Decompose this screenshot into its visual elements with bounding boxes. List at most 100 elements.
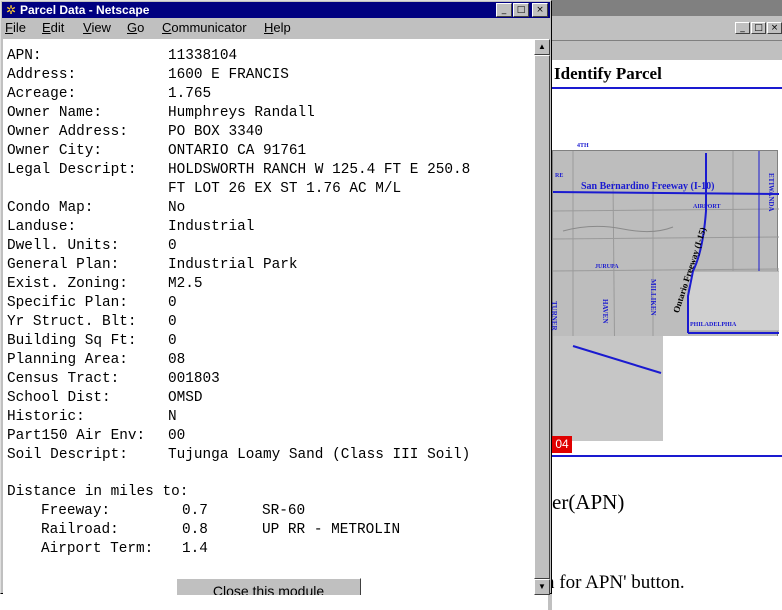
distance-label: Freeway: xyxy=(41,503,111,519)
parcel-map[interactable]: San Bernardino Freeway (I-10) 4TH RE AIR… xyxy=(550,143,779,441)
field-value: 08 xyxy=(168,352,186,368)
field-value: Tujunga Loamy Sand (Class III Soil) xyxy=(168,447,471,463)
minimize-icon[interactable]: _ xyxy=(496,3,512,17)
field-label: Historic: xyxy=(7,409,85,425)
field-label: Owner Name: xyxy=(7,105,102,121)
field-value: 001803 xyxy=(168,371,220,387)
menu-label-rest: ommunicator xyxy=(171,20,247,35)
distance-row: Railroad: 0.8 UP RR - METROLIN xyxy=(7,521,527,540)
menu-label-rest: dit xyxy=(50,20,65,35)
map-graphic xyxy=(553,151,779,441)
field-label: Yr Struct. Blt: xyxy=(7,314,137,330)
menu-label-rest: ile xyxy=(12,20,26,35)
heading-rule xyxy=(552,87,782,89)
field-value: Humphreys Randall xyxy=(168,105,315,121)
scroll-down-icon[interactable]: ▼ xyxy=(534,579,550,595)
distance-miles: 1.4 xyxy=(182,541,208,557)
field-value: 1600 E FRANCIS xyxy=(168,67,289,83)
field-label: Legal Descript: xyxy=(7,162,137,178)
netscape-icon: ✲ xyxy=(5,3,17,17)
field-label: School Dist: xyxy=(7,390,111,406)
field-value: 0 xyxy=(168,238,177,254)
field-label: Address: xyxy=(7,67,77,83)
distance-row: Freeway: 0.7 SR-60 xyxy=(7,502,527,521)
field-value: 11338104 xyxy=(168,48,238,64)
parcel-marker[interactable]: 04 xyxy=(552,436,572,453)
map-label-airport: AIRPORT xyxy=(693,204,721,210)
distance-miles: 0.7 xyxy=(182,503,208,519)
map-label-top: RE xyxy=(555,173,564,179)
maximize-icon[interactable]: □ xyxy=(513,3,529,17)
parcel-data-window: ✲ Parcel Data - Netscape _ □ × File Edit… xyxy=(0,0,552,595)
field-value: OMSD xyxy=(168,390,203,406)
field-label: Census Tract: xyxy=(7,371,120,387)
field-label: Part150 Air Env: xyxy=(7,428,146,444)
close-module-button[interactable]: Close this module xyxy=(176,578,361,595)
map-label-i10: San Bernardino Freeway (I-10) xyxy=(581,181,715,192)
distance-row: Airport Term: 1.4 xyxy=(7,540,527,559)
scroll-up-icon[interactable]: ▲ xyxy=(534,39,550,55)
field-value: 1.765 xyxy=(168,86,212,102)
maximize-icon[interactable]: □ xyxy=(751,22,766,34)
field-label: APN: xyxy=(7,48,42,64)
field-value: 0 xyxy=(168,295,177,311)
window-title: Parcel Data - Netscape xyxy=(20,3,150,17)
map-label-jurupa: JURUPA xyxy=(595,264,619,270)
field-value-continued: FT LOT 26 EX ST 1.76 AC M/L xyxy=(168,181,402,197)
field-label: General Plan: xyxy=(7,257,120,273)
menu-label-rest: elp xyxy=(273,20,291,35)
distance-target: UP RR - METROLIN xyxy=(262,522,401,538)
field-label: Owner Address: xyxy=(7,124,128,140)
menu-help[interactable]: Help xyxy=(264,20,291,35)
close-icon[interactable]: × xyxy=(532,3,548,17)
menu-label-rest: o xyxy=(137,20,145,35)
field-label: Soil Descript: xyxy=(7,447,128,463)
menu-view[interactable]: View xyxy=(83,20,111,35)
field-label: Exist. Zoning: xyxy=(7,276,128,292)
map-label-haven: HAVEN xyxy=(601,299,609,324)
field-label: Specific Plan: xyxy=(7,295,128,311)
apn-button-instructions: n for APN' button. xyxy=(545,572,685,593)
distance-heading: Distance in miles to: xyxy=(7,484,189,500)
distance-label: Airport Term: xyxy=(41,541,154,557)
parcel-details: APN: 11338104 Address: 1600 E FRANCIS Acreag… xyxy=(3,39,534,595)
menu-label-rest: iew xyxy=(91,20,111,35)
vertical-scrollbar[interactable]: ▲ ▼ xyxy=(534,39,550,595)
field-value: ONTARIO CA 91761 xyxy=(168,143,307,159)
background-toolbar xyxy=(552,40,782,61)
field-label: Owner City: xyxy=(7,143,102,159)
distance-target: SR-60 xyxy=(262,503,306,519)
field-value: HOLDSWORTH RANCH W 125.4 FT E 250.8 xyxy=(168,162,471,178)
background-window-controls: _ □ × xyxy=(735,22,782,34)
menu-edit[interactable]: Edit xyxy=(42,20,64,35)
field-label: Planning Area: xyxy=(7,352,128,368)
minimize-icon[interactable]: _ xyxy=(735,22,750,34)
map-label-etiwanda: ETIWANDA xyxy=(767,173,775,212)
apn-prompt-text: er(APN) xyxy=(552,490,625,514)
field-label: Building Sq Ft: xyxy=(7,333,137,349)
field-value: PO BOX 3340 xyxy=(168,124,263,140)
map-rule xyxy=(552,455,782,457)
field-label: Landuse: xyxy=(7,219,77,235)
menu-communicator[interactable]: Communicator xyxy=(162,20,247,35)
field-value: 0 xyxy=(168,314,177,330)
menu-file[interactable]: File xyxy=(5,20,26,35)
identify-parcel-heading: Identify Parcel xyxy=(554,64,662,83)
map-label-4th: 4TH xyxy=(577,143,589,149)
field-value: No xyxy=(168,200,186,216)
map-label-milliken: MILLIKEN xyxy=(649,279,657,316)
field-value: 0 xyxy=(168,333,177,349)
field-value: Industrial Park xyxy=(168,257,298,273)
field-value: N xyxy=(168,409,177,425)
title-bar[interactable]: ✲ Parcel Data - Netscape _ □ × xyxy=(2,2,550,18)
close-icon[interactable]: × xyxy=(767,22,782,34)
window-controls: _ □ × xyxy=(496,3,548,17)
field-label: Condo Map: xyxy=(7,200,94,216)
map-label-philadelphia: PHILADELPHIA xyxy=(690,322,737,328)
field-label: Dwell. Units: xyxy=(7,238,120,254)
field-value: M2.5 xyxy=(168,276,203,292)
menu-go[interactable]: Go xyxy=(127,20,144,35)
menu-bar: File Edit View Go Communicator Help xyxy=(2,18,550,37)
scroll-thumb[interactable] xyxy=(534,55,550,579)
distance-label: Railroad: xyxy=(41,522,119,538)
